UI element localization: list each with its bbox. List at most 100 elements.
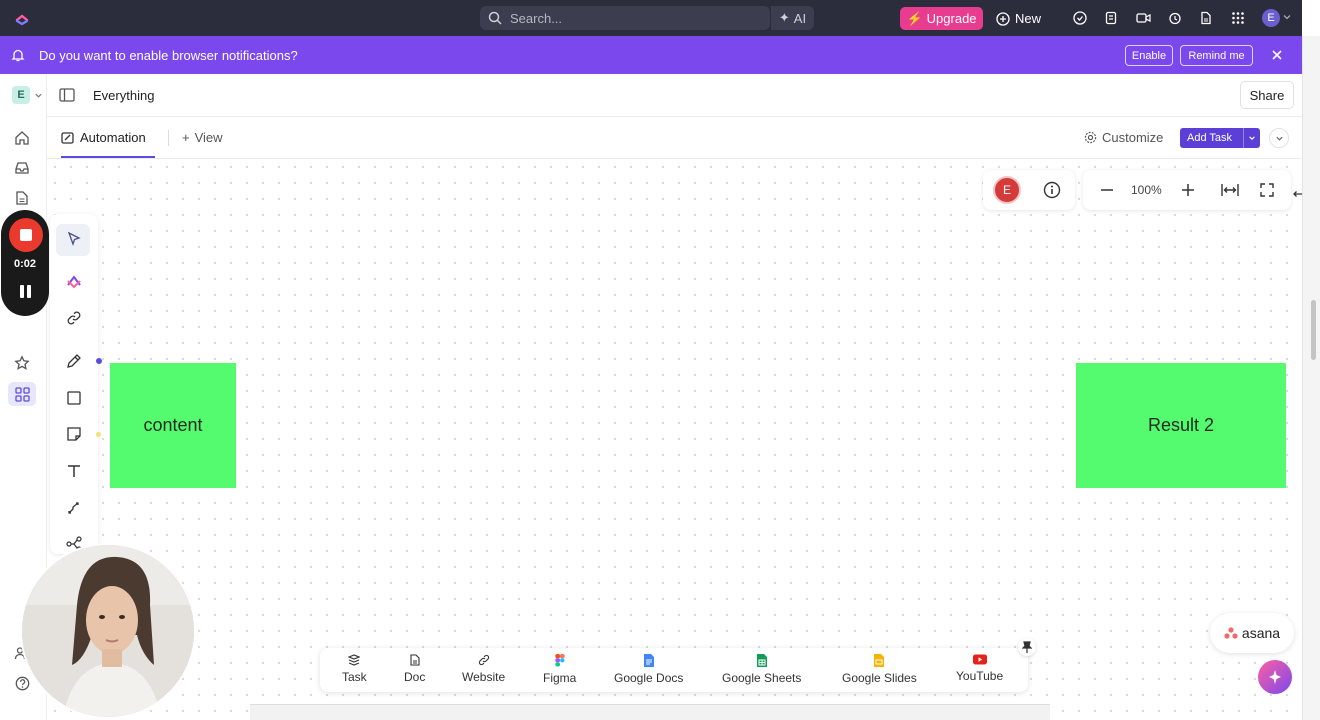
workspace-badge[interactable]: E xyxy=(12,86,30,104)
embed-label: Figma xyxy=(543,671,577,685)
zoom-level[interactable]: 100% xyxy=(1131,183,1162,197)
webcam-overlay xyxy=(20,543,196,719)
customize-button[interactable]: Customize xyxy=(1084,130,1163,145)
stop-icon xyxy=(20,229,32,241)
ai-assistant-button[interactable] xyxy=(1258,660,1292,694)
add-task-dropdown[interactable] xyxy=(1243,128,1260,148)
embed-google-docs-button[interactable]: Google Docs xyxy=(614,654,683,685)
select-pointer-icon[interactable] xyxy=(62,227,86,251)
add-view-label: View xyxy=(194,130,223,145)
clickup-logo-icon[interactable] xyxy=(14,10,30,26)
embed-figma-button[interactable]: Figma xyxy=(543,654,576,685)
notification-banner: Do you want to enable browser notificati… xyxy=(0,36,1302,74)
embed-doc-button[interactable]: Doc xyxy=(404,654,425,684)
tab-automation-label: Automation xyxy=(80,130,146,145)
zoom-in-icon[interactable] xyxy=(1181,183,1195,197)
upgrade-icon: ⚡ xyxy=(906,10,923,26)
top-bar: Search... ✦ AI ⚡ Upgrade New E xyxy=(0,0,1302,36)
text-icon[interactable] xyxy=(62,459,86,483)
youtube-icon xyxy=(972,654,987,665)
tab-divider xyxy=(168,130,169,146)
upgrade-button[interactable]: ⚡ Upgrade xyxy=(900,7,983,30)
sticky-note[interactable]: content xyxy=(110,363,236,488)
tab-automation[interactable]: Automation xyxy=(61,130,146,145)
search-input[interactable]: Search... xyxy=(480,6,770,30)
doc-icon[interactable] xyxy=(1198,10,1214,26)
embed-google-sheets-button[interactable]: Google Sheets xyxy=(722,654,801,685)
upgrade-label: Upgrade xyxy=(926,11,977,26)
chevron-down-icon xyxy=(1249,136,1255,140)
spaces-grid-icon[interactable] xyxy=(13,385,31,403)
notepad-icon[interactable] xyxy=(1103,10,1119,26)
embed-toolbar: Task Doc Website Figma Google Docs Googl… xyxy=(320,648,1028,692)
sticky-note-icon[interactable] xyxy=(62,422,86,446)
help-icon[interactable] xyxy=(13,674,31,692)
ai-button[interactable]: ✦ AI xyxy=(770,6,814,30)
background-document-strip xyxy=(250,704,1050,720)
fit-width-icon[interactable] xyxy=(1221,183,1239,197)
chevron-down-icon[interactable] xyxy=(1282,12,1292,22)
view-tabs: Automation + View Customize Add Task xyxy=(47,117,1302,159)
whiteboard-icon xyxy=(61,131,74,144)
remind-me-button[interactable]: Remind me xyxy=(1180,45,1253,66)
page-scrollbar[interactable] xyxy=(1302,36,1320,720)
embed-label: YouTube xyxy=(956,669,1004,683)
check-circle-icon[interactable] xyxy=(1072,10,1088,26)
chevron-down-icon[interactable] xyxy=(34,91,43,100)
pin-icon[interactable] xyxy=(1018,638,1036,656)
embed-task-button[interactable]: Task xyxy=(342,654,367,684)
page-title[interactable]: Everything xyxy=(93,88,154,103)
customize-label: Customize xyxy=(1102,130,1164,145)
embed-youtube-button[interactable]: YouTube xyxy=(956,654,1003,683)
connector-icon[interactable] xyxy=(62,496,86,520)
sticky-note-text: Result 2 xyxy=(1147,415,1215,435)
bell-icon xyxy=(11,49,25,62)
embed-google-slides-button[interactable]: Google Slides xyxy=(842,654,917,685)
asana-widget[interactable]: asana xyxy=(1210,613,1294,653)
star-icon[interactable] xyxy=(13,354,31,372)
info-icon[interactable] xyxy=(1043,181,1061,199)
new-label: New xyxy=(1015,11,1042,26)
pen-icon[interactable] xyxy=(62,349,86,373)
enable-button[interactable]: Enable xyxy=(1125,45,1173,66)
alarm-clock-icon[interactable] xyxy=(1167,10,1183,26)
search-icon xyxy=(488,11,502,25)
share-button[interactable]: Share xyxy=(1240,81,1294,109)
embed-label: Doc xyxy=(404,670,426,684)
add-view-button[interactable]: + View xyxy=(182,130,223,145)
color-dot xyxy=(96,358,102,364)
presenter-video-image xyxy=(22,545,194,717)
canvas-tool-palette xyxy=(50,214,98,554)
recording-timer: 0:02 xyxy=(13,258,37,270)
fullscreen-icon[interactable] xyxy=(1260,183,1274,197)
docs-icon[interactable] xyxy=(13,189,31,207)
ai-brain-icon[interactable] xyxy=(62,270,86,294)
sticky-note[interactable]: Result 2 xyxy=(1076,363,1286,488)
video-icon[interactable] xyxy=(1135,10,1151,26)
embed-website-button[interactable]: Website xyxy=(462,654,505,684)
link-icon xyxy=(478,654,489,666)
doc-icon xyxy=(410,654,420,666)
rectangle-icon[interactable] xyxy=(62,386,86,410)
asana-label: asana xyxy=(1241,625,1281,641)
screen-recorder-widget: 0:02 xyxy=(1,210,49,316)
scrollbar-thumb[interactable] xyxy=(1311,300,1316,360)
ai-label: AI xyxy=(793,10,807,26)
inbox-icon[interactable] xyxy=(13,159,31,177)
viewer-avatar[interactable]: E xyxy=(993,176,1021,204)
pause-icon[interactable] xyxy=(20,285,32,298)
embed-label: Google Slides xyxy=(842,671,917,685)
gear-icon xyxy=(1084,131,1097,144)
link-icon[interactable] xyxy=(62,306,86,330)
stop-recording-button[interactable] xyxy=(9,218,43,252)
add-task-button[interactable]: Add Task xyxy=(1180,128,1260,148)
new-button[interactable]: New xyxy=(996,7,1041,30)
sidebar-toggle-icon[interactable] xyxy=(59,88,75,102)
close-icon[interactable] xyxy=(1270,48,1284,62)
zoom-out-icon[interactable] xyxy=(1100,183,1114,197)
apps-grid-icon[interactable] xyxy=(1230,10,1246,26)
google-docs-icon xyxy=(643,654,654,667)
home-icon[interactable] xyxy=(13,129,31,147)
user-avatar[interactable]: E xyxy=(1262,9,1280,27)
collapse-header-button[interactable] xyxy=(1269,128,1289,148)
